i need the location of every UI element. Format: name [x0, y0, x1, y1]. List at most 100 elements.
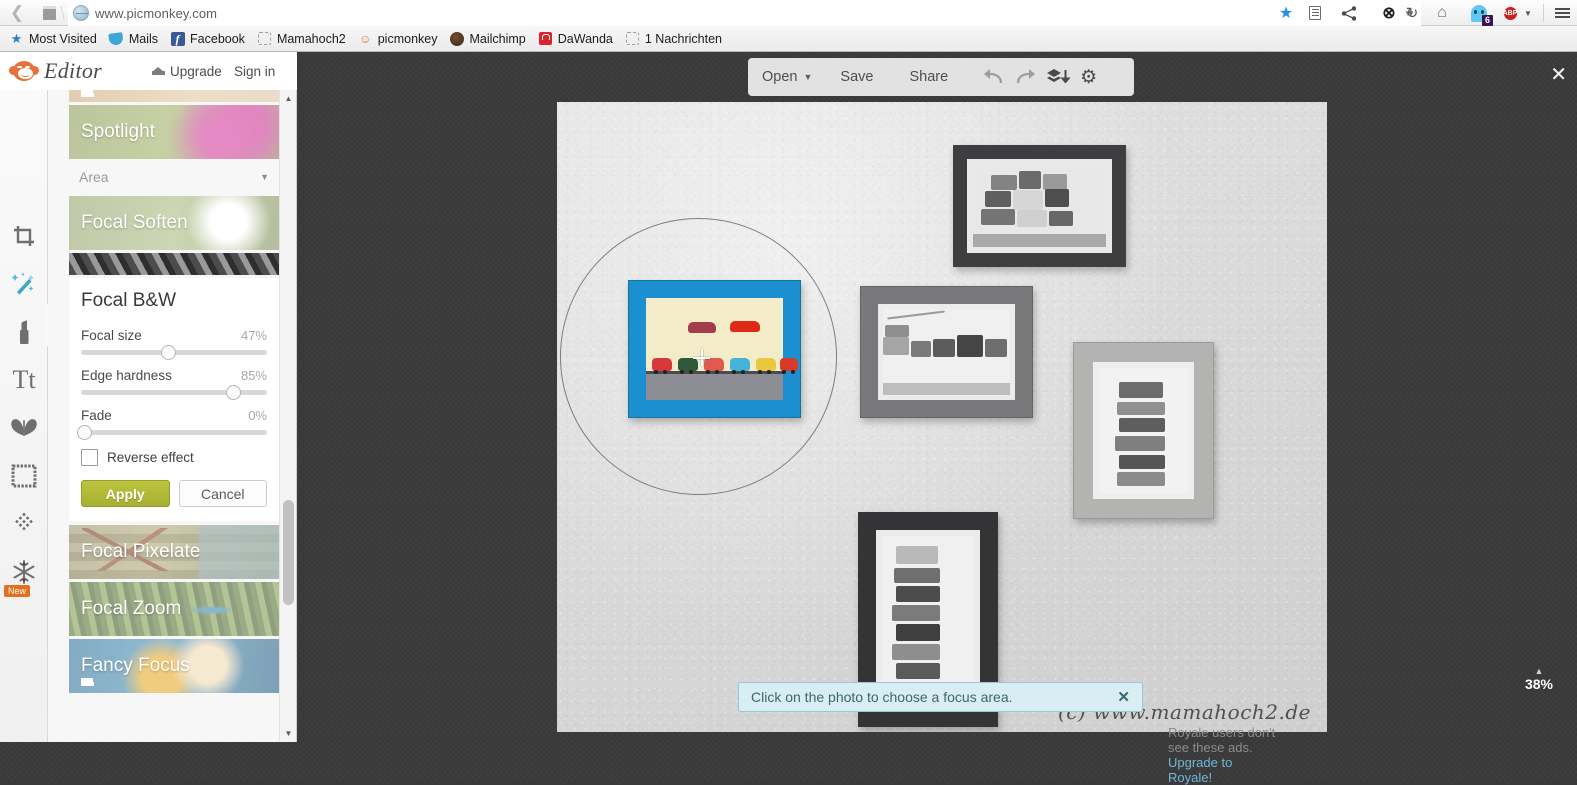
- triangle-up-icon[interactable]: ▲: [280, 90, 296, 107]
- ad-upgrade-link-1[interactable]: Upgrade to: [1168, 755, 1348, 770]
- bookmark-nachrichten[interactable]: 1 Nachrichten: [621, 28, 730, 50]
- crown-icon: [81, 678, 94, 686]
- app-header: Editor Upgrade Sign in: [0, 52, 297, 90]
- tool-touchup[interactable]: [0, 308, 48, 356]
- reader-icon[interactable]: [1304, 0, 1326, 26]
- effect-item-fancy-focus[interactable]: Fancy Focus: [69, 639, 279, 693]
- bookmark-picmonkey[interactable]: ☺ picmonkey: [354, 28, 446, 50]
- back-arrow-icon[interactable]: ❮: [4, 1, 30, 25]
- share-button[interactable]: Share: [909, 69, 948, 85]
- effect-item-focal-bw[interactable]: [69, 253, 279, 275]
- bookmark-mails[interactable]: Mails: [105, 28, 166, 50]
- tool-text[interactable]: Tt: [0, 356, 48, 404]
- hamburger-menu-icon[interactable]: [1550, 0, 1574, 26]
- close-icon[interactable]: ✕: [1117, 688, 1130, 706]
- slider-knob[interactable]: [226, 385, 242, 400]
- adblock-label: ABP: [1501, 4, 1519, 22]
- texture-icon: [15, 512, 33, 531]
- bookmark-mailchimp[interactable]: Mailchimp: [445, 28, 533, 50]
- slider-knob[interactable]: [160, 345, 176, 360]
- slider-track[interactable]: [81, 345, 267, 360]
- triangle-up-icon[interactable]: ▲: [1511, 666, 1567, 676]
- focal-bw-panel: Focal B&W Focal size 47% Edge hardness 8…: [69, 278, 279, 521]
- facebook-icon: f: [170, 31, 185, 46]
- forward-separator: [31, 2, 67, 24]
- panel-scrollbar[interactable]: ▲ ▼: [279, 90, 296, 742]
- photo-canvas[interactable]: (c) www.mamahoch2.de: [557, 102, 1327, 732]
- screenshot-icon[interactable]: ⊗: [1378, 0, 1400, 26]
- ad-placeholder: Royale users don't see these ads. Upgrad…: [1168, 725, 1348, 785]
- effects-panel: Spotlight Area ▼ Focal Soften Focal B&W …: [48, 90, 297, 742]
- chevron-down-icon[interactable]: ▼: [1402, 0, 1420, 26]
- undo-icon[interactable]: [980, 67, 1006, 87]
- upgrade-label: Upgrade: [170, 63, 222, 79]
- effect-item-spotlight[interactable]: Spotlight: [69, 105, 279, 159]
- picmonkey-logo[interactable]: Editor: [9, 58, 102, 84]
- gear-icon[interactable]: ⚙: [1080, 66, 1097, 89]
- layers-down-icon[interactable]: [1046, 67, 1071, 87]
- bookmark-most-visited[interactable]: ★ Most Visited: [5, 28, 105, 50]
- checkbox-box[interactable]: [81, 449, 98, 466]
- photo-frame-light-right: [1073, 342, 1214, 519]
- slider-track[interactable]: [77, 425, 267, 440]
- bookmark-label: Mails: [128, 31, 159, 46]
- tool-seasonal[interactable]: New: [0, 548, 48, 597]
- slider-track[interactable]: [81, 385, 267, 400]
- slider-fade[interactable]: Fade 0%: [77, 408, 267, 440]
- bookmark-facebook[interactable]: f Facebook: [166, 28, 253, 50]
- signin-button[interactable]: Sign in: [234, 64, 275, 79]
- ad-upgrade-link-2[interactable]: Royale!: [1168, 770, 1348, 785]
- triangle-down-icon[interactable]: ▼: [280, 725, 296, 742]
- tool-textures[interactable]: [0, 500, 48, 548]
- home-icon[interactable]: ⌂: [1430, 0, 1454, 26]
- photo-frame-grey-mid: [860, 286, 1033, 418]
- mail-icon: [108, 31, 125, 46]
- reverse-effect-checkbox[interactable]: Reverse effect: [81, 449, 267, 466]
- photo-frame-dark-top: [953, 145, 1126, 267]
- slider-value: 85%: [240, 368, 267, 383]
- slider-knob[interactable]: [77, 425, 93, 440]
- tool-overlays[interactable]: [0, 404, 48, 452]
- chevron-down-icon: ▼: [260, 172, 269, 182]
- bookmark-mamahoch2[interactable]: Mamahoch2: [253, 28, 354, 50]
- close-icon[interactable]: ✕: [1550, 62, 1567, 87]
- effect-item-focal-soften[interactable]: Focal Soften: [69, 196, 279, 250]
- butterfly-icon: [11, 419, 37, 436]
- upgrade-button[interactable]: Upgrade: [152, 64, 222, 79]
- adblock-icon[interactable]: ABP: [1499, 0, 1521, 26]
- editor-toolbar: Open ▼ Save Share ⚙: [748, 58, 1134, 96]
- bookmark-label: Mailchimp: [469, 31, 526, 46]
- effect-item-focal-zoom[interactable]: Focal Zoom: [69, 582, 279, 636]
- scrollbar-thumb[interactable]: [283, 500, 294, 605]
- redo-icon[interactable]: [1013, 67, 1039, 87]
- bookmark-star-icon[interactable]: ★: [1275, 0, 1297, 26]
- zoom-indicator[interactable]: ▲ 38%: [1511, 666, 1567, 692]
- chevron-down-icon[interactable]: ▼: [1520, 0, 1536, 26]
- chevron-down-icon[interactable]: ▼: [803, 72, 812, 82]
- effect-item-focal-pixelate[interactable]: Focal Pixelate: [69, 525, 279, 579]
- crosshair-cursor-icon: [693, 349, 710, 366]
- tool-crop[interactable]: [0, 212, 48, 260]
- crown-icon: [81, 90, 94, 97]
- bookmark-label: DaWanda: [557, 31, 613, 46]
- effect-item-premium-partial[interactable]: [69, 90, 279, 102]
- ghostery-icon[interactable]: 6: [1466, 0, 1493, 26]
- tool-effects[interactable]: [0, 260, 48, 308]
- area-dropdown[interactable]: Area ▼: [69, 162, 279, 192]
- tool-frames[interactable]: [0, 452, 48, 500]
- url-input[interactable]: www.picmonkey.com ▼: [68, 0, 1421, 26]
- ghostery-badge: 6: [1481, 15, 1493, 26]
- bookmark-dawanda[interactable]: DaWanda: [534, 28, 621, 50]
- new-badge: New: [4, 585, 31, 597]
- cancel-button[interactable]: Cancel: [178, 480, 267, 507]
- slider-focal-size[interactable]: Focal size 47%: [81, 328, 267, 360]
- slider-label: Focal size: [81, 328, 142, 343]
- crown-icon: [152, 67, 165, 75]
- slider-edge-hardness[interactable]: Edge hardness 85%: [81, 368, 267, 400]
- toolbar-divider: [1543, 4, 1544, 22]
- apply-button[interactable]: Apply: [81, 480, 170, 507]
- open-button[interactable]: Open: [762, 69, 797, 85]
- save-button[interactable]: Save: [840, 69, 873, 85]
- share-icon[interactable]: [1337, 0, 1361, 26]
- lipstick-icon: [20, 320, 29, 344]
